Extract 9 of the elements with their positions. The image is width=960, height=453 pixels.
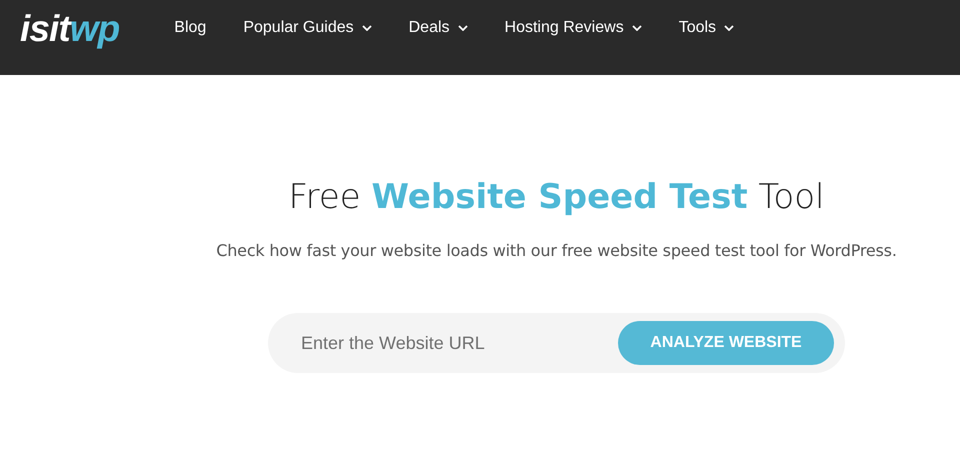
subtitle: Check how fast your website loads with our free website speed test tool for WordPress. [216,240,897,262]
nav-link[interactable]: Popular Guides [243,17,372,39]
url-input-field[interactable]: Enter the Website URL [301,330,618,356]
nav-link[interactable]: Deals [408,17,468,39]
nav-link[interactable]: Tools [678,17,734,39]
nav-link[interactable]: Hosting Reviews [504,17,642,39]
nav-link[interactable]: Blog [174,17,206,39]
logo[interactable]: isitwp [20,9,120,49]
page-heading: Free Website Speed Test Tool [288,176,824,219]
